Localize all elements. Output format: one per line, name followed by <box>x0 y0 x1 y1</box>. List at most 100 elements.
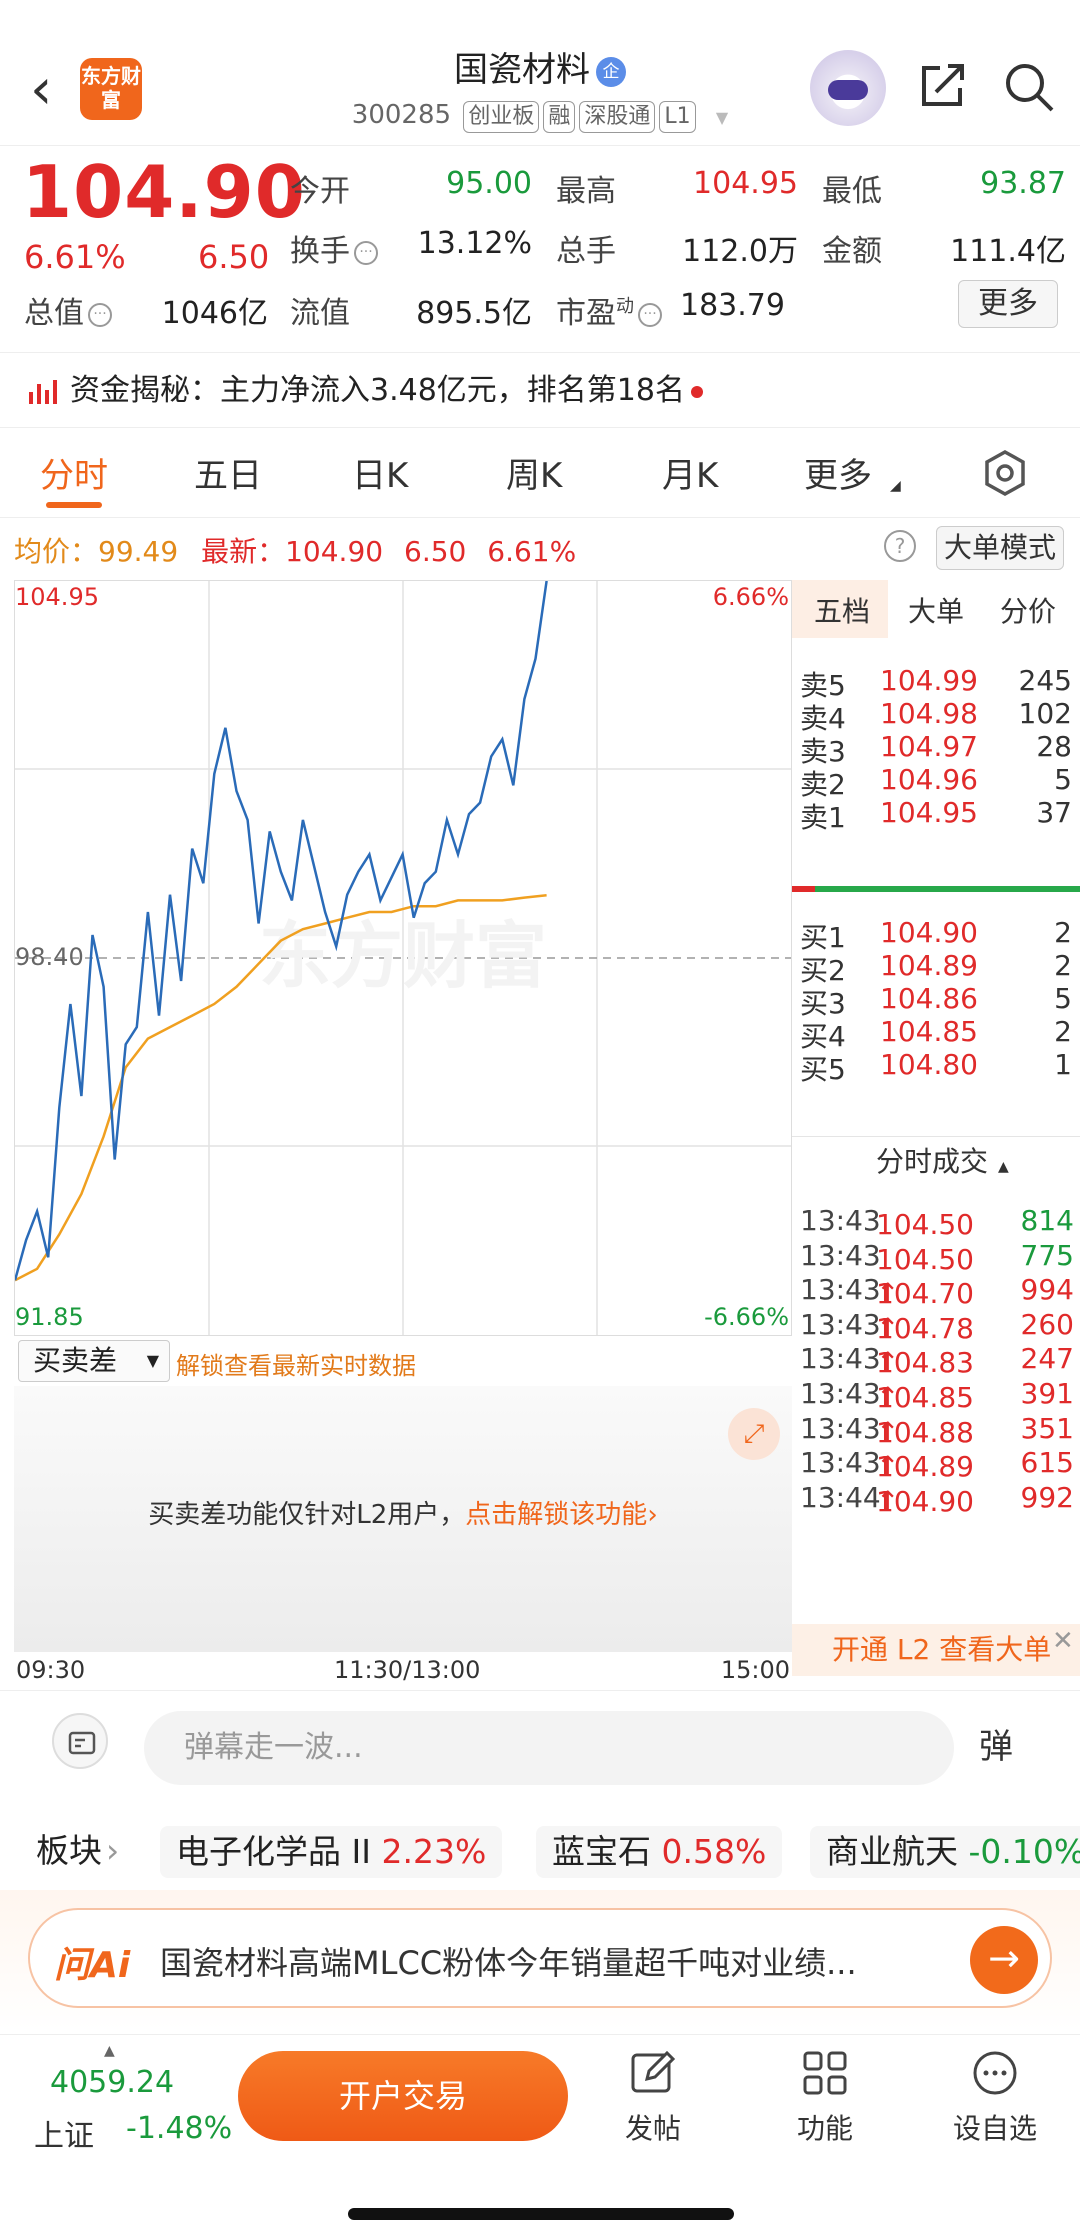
tag-connect: 深股通 <box>579 101 656 133</box>
active-tab-underline <box>46 502 102 508</box>
l2-promo-bar[interactable]: 开通 L2 查看大单 <box>792 1624 1080 1676</box>
gear-icon[interactable] <box>980 448 1030 498</box>
tab-big-orders[interactable]: 大单 <box>908 590 964 630</box>
tag-chinext: 创业板 <box>463 101 540 133</box>
order-book: 五档 大单 分价 卖5 104.99 245 卖4 104.98 102 卖3 104.97 2… <box>792 580 1080 1680</box>
search-icon[interactable] <box>1002 60 1056 114</box>
buy-sell-diff-panel: 买卖差功能仅针对L2用户，点击解锁该功能› ⤢ <box>14 1386 792 1652</box>
share-icon[interactable] <box>918 60 968 110</box>
trade-volume: 814 <box>1020 1204 1074 1237</box>
ai-section: 问Ai 国瓷材料高端MLCC粉体今年销量超千吨对业绩... → <box>0 1890 1080 2030</box>
index-change[interactable]: -1.48% <box>126 2111 232 2146</box>
nav-post[interactable]: 发帖 <box>598 2047 708 2147</box>
bid-ask-ratio-bar <box>792 886 1080 892</box>
avg-price-row: 均价：99.49 最新：104.90 6.50 6.61% <box>14 530 576 570</box>
index-up-arrow-icon[interactable]: ▲ <box>104 2043 115 2059</box>
trade-row: 13:44 104.90 ↑ 992 <box>800 1480 1074 1518</box>
trade-time: 13:43 <box>800 1273 881 1307</box>
trades-title[interactable]: 分时成交 ▲ <box>876 1140 1009 1180</box>
value-amount: 111.4亿 <box>950 234 1066 269</box>
tab-five-day[interactable]: 五日 <box>194 448 262 497</box>
trade-time: 13:44 <box>800 1480 881 1514</box>
corner-triangle-icon: ◢ <box>890 478 901 494</box>
latest-pct: 6.61% <box>487 535 577 568</box>
change-percent: 6.61% <box>24 238 126 276</box>
y-bottom-label: 91.85 <box>15 1303 84 1331</box>
label-pe: 市盈动 ··· <box>556 288 662 332</box>
y-mid-label: 98.40 <box>15 943 84 971</box>
grid-icon <box>803 2051 847 2095</box>
capital-flow-bar[interactable]: 资金揭秘：主力净流入3.48亿元，排名第18名 <box>0 352 1080 428</box>
arrow-right-icon[interactable]: → <box>970 1926 1038 1994</box>
buy-sell-diff-row: 买卖差 ▼ 解锁查看最新实时数据 <box>14 1336 792 1386</box>
index-value[interactable]: 4059.24 <box>50 2065 174 2100</box>
sector-chip[interactable]: 电子化学品 II 2.23% <box>160 1826 503 1878</box>
intraday-chart-svg: 东方财富 <box>15 581 791 1335</box>
danmu-toggle-icon[interactable]: 弹 <box>964 1715 1028 1779</box>
ai-robot-icon[interactable] <box>810 50 886 126</box>
value-low: 93.87 <box>980 166 1066 201</box>
close-icon[interactable]: ✕ <box>1052 1626 1074 1656</box>
big-order-mode-button[interactable]: 大单模式 <box>936 526 1064 570</box>
nav-watchlist[interactable]: 设自选 <box>940 2047 1050 2147</box>
y-top-label: 104.95 <box>15 583 99 611</box>
sector-chip[interactable]: 蓝宝石 0.58% <box>536 1826 783 1878</box>
open-account-trade-button[interactable]: 开户交易 <box>238 2051 568 2141</box>
info-icon[interactable]: ··· <box>638 302 662 327</box>
level-price: 104.80 <box>880 1048 978 1081</box>
intraday-chart[interactable]: 东方财富 104.95 6.66% 98.40 91.85 -6.66% <box>14 580 792 1336</box>
nav-post-label: 发帖 <box>624 2112 681 2145</box>
stock-name: 国瓷材料 <box>454 50 590 90</box>
help-icon[interactable]: ? <box>884 530 916 562</box>
tab-price-split[interactable]: 分价 <box>1000 590 1056 630</box>
info-icon[interactable]: ··· <box>354 240 378 265</box>
ai-question-text[interactable]: 国瓷材料高端MLCC粉体今年销量超千吨对业绩... <box>160 1938 960 1984</box>
label-amount: 金额 <box>822 234 882 269</box>
time-close: 15:00 <box>720 1656 790 1684</box>
chart-watermark: 东方财富 <box>259 914 547 998</box>
tab-monthly-k[interactable]: 月K <box>662 448 718 497</box>
value-pe: 183.79 <box>680 288 785 323</box>
value-volume: 112.0万 <box>682 234 798 269</box>
unlock-link[interactable]: 解锁查看最新实时数据 <box>176 1346 416 1381</box>
label-high: 最高 <box>556 174 616 209</box>
trade-volume: 615 <box>1020 1446 1074 1480</box>
sector-label[interactable]: 板块 › <box>36 1812 119 1890</box>
label-volume: 总手 <box>556 234 616 269</box>
unlock-feature-link[interactable]: 点击解锁该功能 <box>465 1500 647 1530</box>
sector-chip[interactable]: 商业航天 -0.10% <box>810 1826 1080 1878</box>
danmu-settings-icon[interactable] <box>52 1713 108 1769</box>
dropdown-arrow-icon: ▼ <box>146 1351 159 1370</box>
bid-level-row: 买5 104.80 1 <box>792 1044 1080 1090</box>
danmu-input[interactable]: 弹幕走一波... <box>144 1711 954 1785</box>
index-name[interactable]: 上证 <box>34 2111 94 2155</box>
header: ‹ 东方财富 国瓷材料企 300285 创业板融深股通 L1 ▼ <box>0 0 1080 146</box>
change-amount: 6.50 <box>198 238 270 276</box>
l2-message: 买卖差功能仅针对L2用户，点击解锁该功能› <box>148 1500 658 1530</box>
indicator-select[interactable]: 买卖差 ▼ <box>18 1340 170 1382</box>
expand-icon[interactable]: ⤢ <box>728 1408 780 1460</box>
red-dot <box>690 385 703 398</box>
info-icon[interactable]: ··· <box>88 302 112 327</box>
value-turnover: 13.12% <box>417 226 532 261</box>
chart-bars-icon <box>29 379 57 404</box>
label-float-cap: 流值 <box>290 296 350 331</box>
tab-more[interactable]: 更多 <box>804 448 872 497</box>
capital-flow-text: 资金揭秘：主力净流入3.48亿元，排名第18名 <box>70 373 685 408</box>
latest-change: 6.50 <box>404 535 467 568</box>
chevron-down-icon[interactable]: ▼ <box>716 108 728 127</box>
tab-intraday[interactable]: 分时 <box>40 448 108 497</box>
tab-weekly-k[interactable]: 周K <box>506 448 562 497</box>
time-mid: 11:30/13:00 <box>334 1656 481 1684</box>
danmu-bar: 弹幕走一波... 弹 <box>0 1690 1080 1810</box>
ai-question-bar[interactable]: 问Ai 国瓷材料高端MLCC粉体今年销量超千吨对业绩... → <box>28 1908 1052 2008</box>
tab-five-levels[interactable]: 五档 <box>814 590 870 630</box>
more-button[interactable]: 更多 <box>958 280 1058 328</box>
tab-daily-k[interactable]: 日K <box>352 448 408 497</box>
trade-time: 13:43 <box>800 1204 881 1237</box>
nav-functions[interactable]: 功能 <box>770 2047 880 2147</box>
enterprise-badge: 企 <box>596 56 626 87</box>
label-open: 今开 <box>290 174 350 209</box>
level-price: 104.95 <box>880 796 978 829</box>
trade-volume: 351 <box>1020 1411 1074 1445</box>
